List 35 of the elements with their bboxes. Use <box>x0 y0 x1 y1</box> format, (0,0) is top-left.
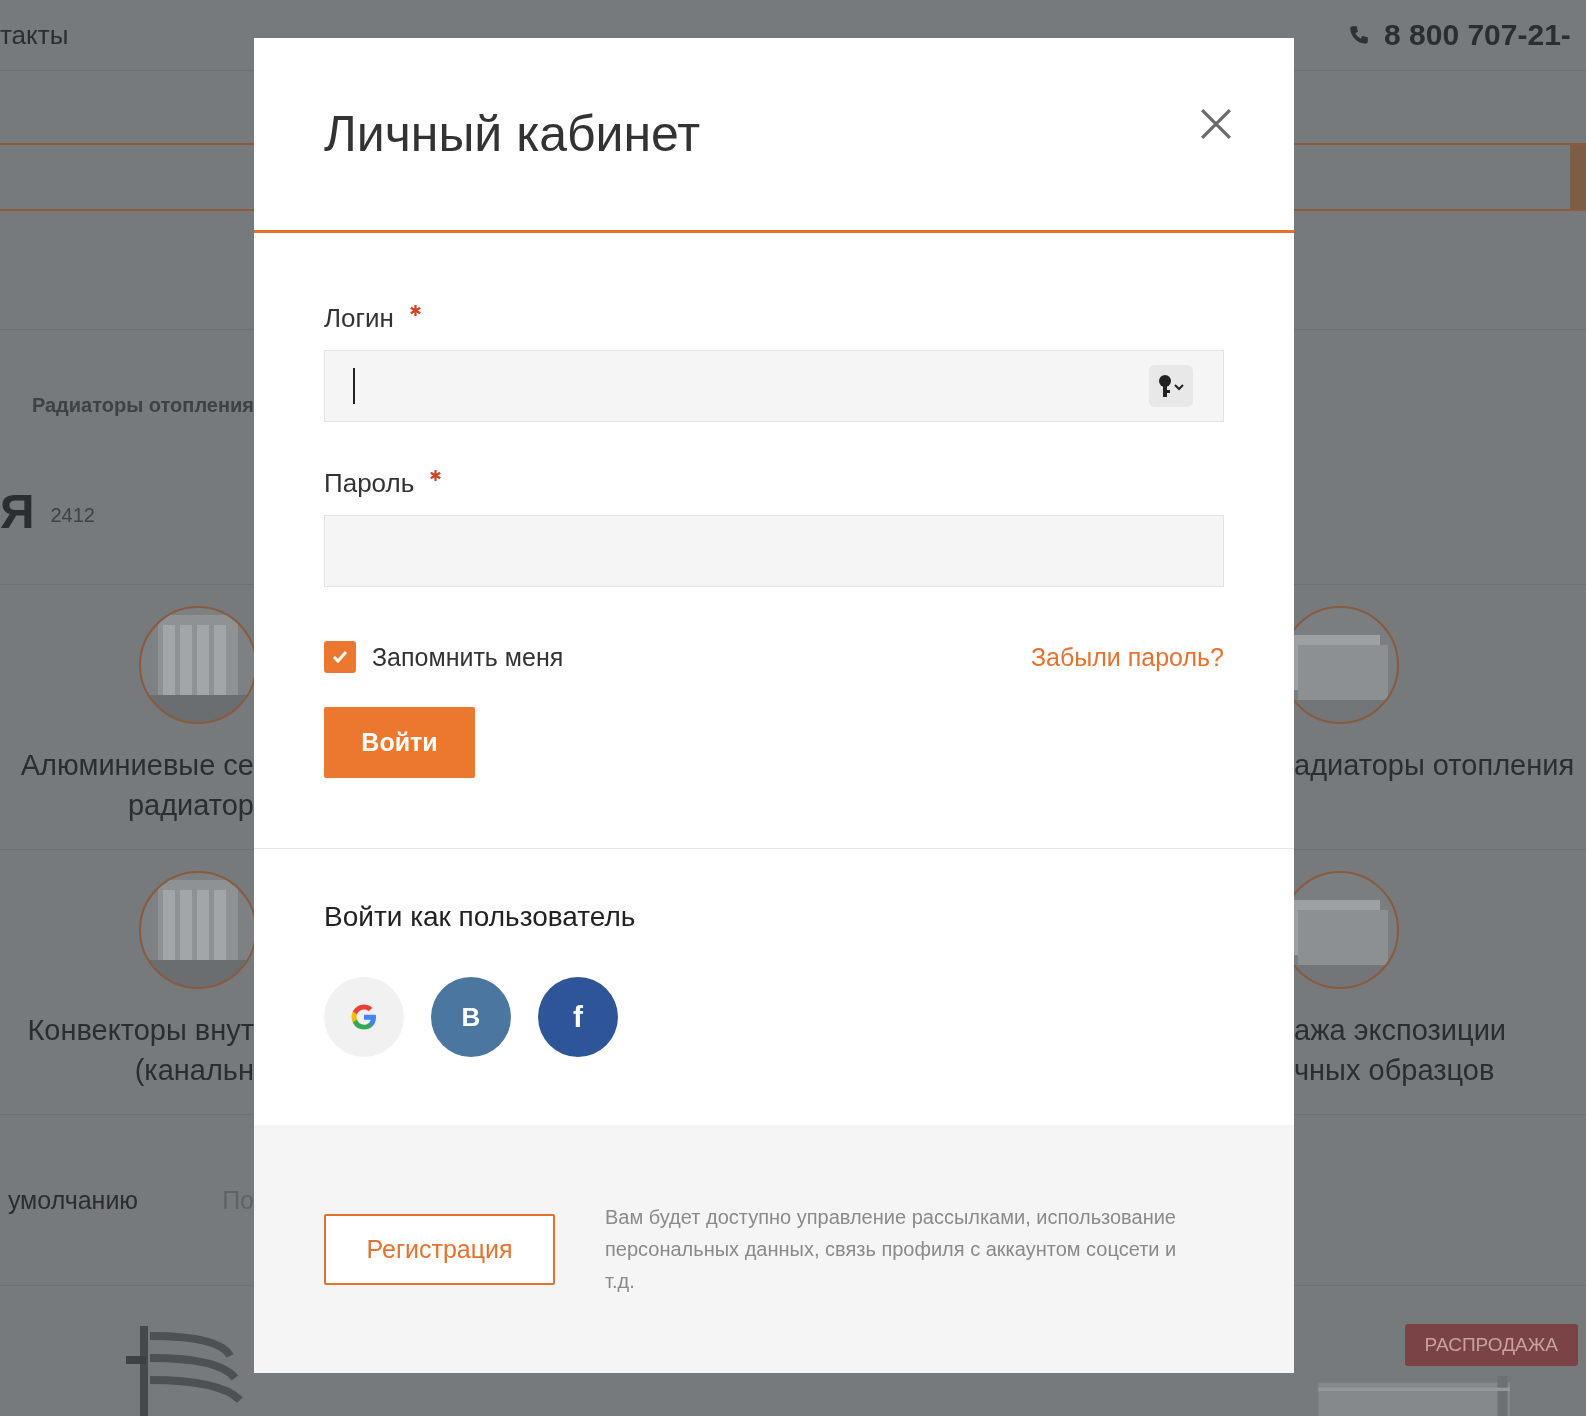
category-title[interactable]: радиатор <box>127 785 254 825</box>
phone-number[interactable]: 8 800 707-21- <box>1384 18 1571 52</box>
register-note: Вам будет доступно управление рассылками, использование персональных данных, связь профиля с аккаунтом соцсети и т.д. <box>605 1205 1178 1294</box>
input-field[interactable] <box>324 515 1224 587</box>
forgot-password-link[interactable]: Забыли пароль? <box>1031 642 1224 672</box>
register-button[interactable]: Регистрация <box>324 1213 555 1285</box>
page-heading: Я <box>0 484 35 536</box>
field-label: Логин <box>324 303 394 334</box>
google-icon <box>349 1002 379 1032</box>
checkbox-label: Запомнить меня <box>372 642 564 672</box>
social-login-title: Войти как пользователь <box>324 901 637 933</box>
category-title[interactable]: чных образцов <box>1294 1050 1495 1090</box>
text-cursor <box>353 368 355 404</box>
key-icon <box>1156 373 1186 399</box>
nav-link[interactable]: такты <box>0 19 69 51</box>
remember-checkbox[interactable] <box>324 641 356 673</box>
sale-badge: РАСПРОДАЖА <box>1404 1324 1578 1366</box>
login-button[interactable]: Войти <box>324 707 475 778</box>
category-title[interactable]: адиаторы отопления <box>1294 745 1575 785</box>
category-title[interactable]: (канальн <box>134 1050 254 1090</box>
breadcrumb-link[interactable]: Радиаторы отопления <box>31 393 254 417</box>
close-icon <box>1200 108 1232 140</box>
category-title[interactable]: Конвекторы внут <box>27 1010 254 1050</box>
facebook-login-button[interactable]: f <box>538 977 618 1057</box>
input-field[interactable] <box>324 350 1224 422</box>
sort-option[interactable]: умолчанию <box>7 1185 139 1215</box>
dialog-title: Личный кабинет <box>324 105 701 163</box>
category-title[interactable]: Алюминиевые се <box>20 745 254 785</box>
phone-icon <box>1348 24 1370 46</box>
product-count: 2412 <box>50 503 95 527</box>
close-button[interactable] <box>1200 108 1232 140</box>
vk-login-button[interactable]: B <box>431 977 511 1057</box>
key-button[interactable] <box>1149 365 1193 407</box>
category-title[interactable]: ажа экспозиции <box>1294 1010 1507 1050</box>
field-label: Пароль <box>324 468 415 499</box>
